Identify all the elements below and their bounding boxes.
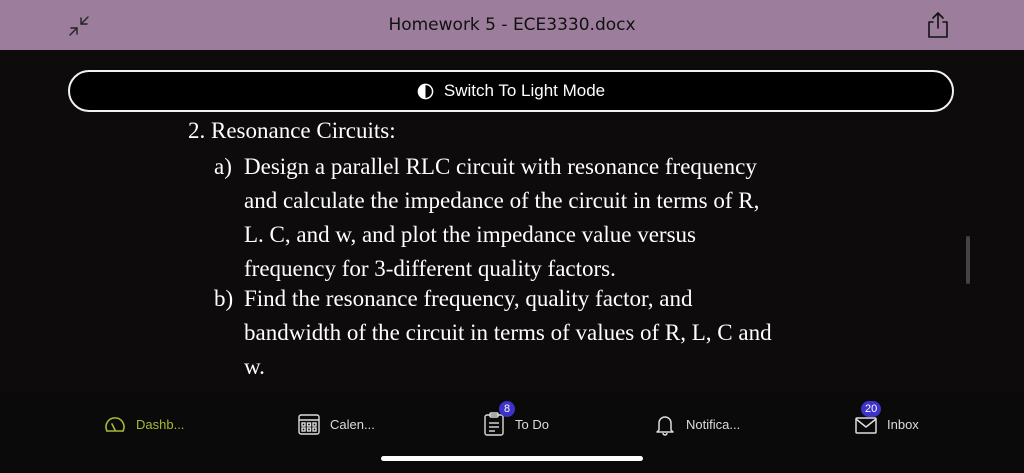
bottom-tab-bar: Dashb... Calen... 8 To Do Notifica... 20… <box>0 392 1024 473</box>
item-line: bandwidth of the circuit in terms of val… <box>244 320 772 345</box>
scroll-indicator[interactable] <box>966 236 970 284</box>
item-marker: a) <box>214 154 232 179</box>
tab-calendar[interactable]: Calen... <box>296 410 375 438</box>
calendar-icon <box>298 414 320 435</box>
item-line: L. C, and w, and plot the impedance valu… <box>244 222 696 247</box>
item-line: Find the resonance frequency, quality fa… <box>244 286 693 311</box>
tab-label: Notifica... <box>686 416 741 432</box>
share-icon[interactable] <box>924 10 952 40</box>
tab-inbox[interactable]: 20 Inbox <box>853 401 919 438</box>
bell-icon <box>656 416 674 436</box>
tab-dashboard[interactable]: Dashb... <box>102 410 184 438</box>
tab-todo[interactable]: 8 To Do <box>481 401 549 438</box>
half-circle-contrast-icon <box>417 83 434 99</box>
tab-label: Dashb... <box>136 416 185 432</box>
tab-notifications[interactable]: Notifica... <box>652 410 740 438</box>
switch-light-mode-label: Switch To Light Mode <box>443 81 606 100</box>
switch-light-mode-button[interactable]: Switch To Light Mode <box>68 70 954 112</box>
inbox-badge: 20 <box>861 401 882 417</box>
document-title: Homework 5 - ECE3330.docx <box>388 15 636 35</box>
tab-label: To Do <box>515 416 549 432</box>
item-line: Design a parallel RLC circuit with reson… <box>244 154 757 179</box>
section-heading: 2. Resonance Circuits: <box>188 118 396 143</box>
todo-badge: 8 <box>499 401 515 417</box>
item-marker: b) <box>214 286 234 311</box>
arrows-collapse-icon[interactable] <box>66 13 92 39</box>
item-line: w. <box>244 354 265 379</box>
dashboard-gauge-icon <box>105 417 125 432</box>
tab-label: Calen... <box>330 416 375 432</box>
title-bar: Homework 5 - ECE3330.docx <box>0 0 1024 50</box>
tab-label: Inbox <box>887 416 919 432</box>
item-line: and calculate the impedance of the circu… <box>244 188 760 213</box>
home-indicator[interactable] <box>381 456 643 461</box>
item-line: frequency for 3-different quality factor… <box>244 256 616 281</box>
